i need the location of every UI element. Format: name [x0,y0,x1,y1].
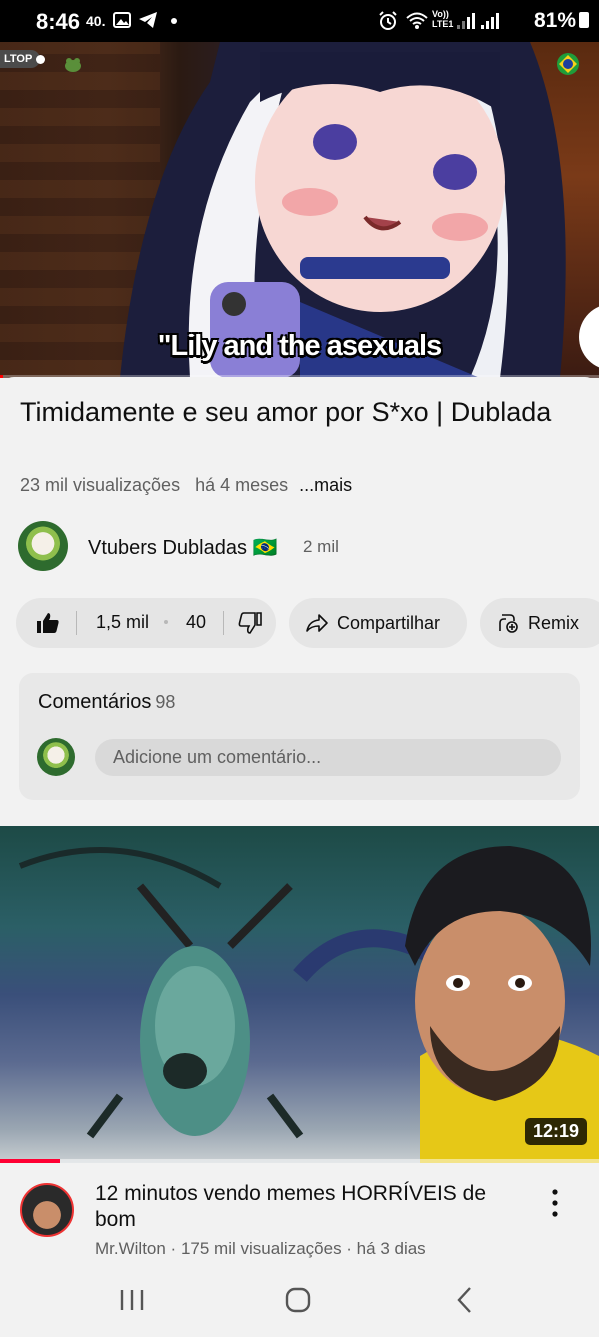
thumbnail-art [18,846,599,1163]
next-video-info[interactable]: 12 minutos vendo memes HORRÍVEIS de bom … [0,1177,599,1277]
share-button[interactable]: Compartilhar [289,598,467,648]
dislike-icon[interactable] [238,612,262,634]
more-link[interactable]: ...mais [299,475,352,495]
signal-icon-2 [481,13,499,29]
remix-icon [499,614,518,633]
network-label: Vo)) LTE1 [432,9,454,29]
wifi-icon [406,12,428,29]
dot-icon [171,18,177,24]
battery-level: 81% [534,9,589,33]
notification-count: 40. [86,13,106,29]
channel-avatar[interactable] [18,521,68,571]
next-channel-avatar[interactable] [20,1183,74,1237]
user-avatar [37,738,75,776]
remix-button[interactable]: Remix [480,598,599,648]
separator [76,611,77,635]
next-video-thumbnail[interactable]: 12:19 [0,826,599,1163]
system-nav-bar [0,1266,599,1333]
share-icon [306,614,328,632]
remix-label: Remix [528,612,580,633]
next-video-title[interactable]: 12 minutos vendo memes HORRÍVEIS de bom [95,1181,515,1233]
dot-separator [164,620,168,624]
character-art [120,42,566,378]
dislike-count: 40 [186,612,207,632]
video-duration: 12:19 [524,1118,587,1145]
recent-apps-icon[interactable] [112,1282,152,1318]
channel-row[interactable]: Vtubers Dubladas 🇧🇷 2 mil [18,519,588,571]
video-age: há 4 meses [195,475,289,495]
alarm-icon [379,11,397,30]
share-label: Compartilhar [337,612,441,633]
next-video-meta: Mr.Wilton · 175 mil visualizações · há 3… [95,1239,426,1258]
back-icon[interactable] [446,1282,486,1318]
comment-input[interactable]: Adicione um comentário... [95,739,561,776]
more-options-icon[interactable] [545,1187,565,1219]
video-player[interactable]: LTOP "Lily and the asexuals [0,42,599,378]
player-progress-fill [0,375,3,378]
gallery-icon [113,12,131,28]
status-bar: 8:46 40. Vo)) LTE1 81% [0,0,599,42]
live-dot [36,55,45,64]
action-bar: 1,5 mil 40 Compartilhar Remix [16,598,599,648]
video-subtitle: "Lily and the asexuals [157,330,442,362]
video-meta[interactable]: 23 mil visualizações há 4 meses ...mais [20,475,352,496]
brazil-flag-icon [557,53,579,75]
comments-card[interactable]: Comentários 98 Adicione um comentário... [19,673,580,800]
frog-icon [65,58,81,72]
video-details-sheet: Timidamente e seu amor por S*xo | Dublad… [0,377,599,1337]
comments-count: 98 [155,692,176,712]
separator [223,611,224,635]
live-badge: LTOP [0,50,41,68]
channel-name[interactable]: Vtubers Dubladas 🇧🇷 [88,535,277,560]
telegram-icon [139,12,157,28]
comments-title: Comentários [38,691,152,713]
like-icon[interactable] [36,612,60,634]
signal-icon [457,13,475,29]
comments-header: Comentários 98 [38,691,175,714]
watch-progress-bar [0,1159,599,1163]
clock: 8:46 [36,9,81,34]
watch-progress-fill [0,1159,60,1163]
home-icon[interactable] [278,1282,318,1318]
subscriber-count: 2 mil [303,537,339,556]
video-title: Timidamente e seu amor por S*xo | Dublad… [20,397,552,427]
like-count[interactable]: 1,5 mil [96,612,149,633]
like-dislike-pill: 1,5 mil 40 [16,598,276,648]
view-count: 23 mil visualizações [20,475,181,495]
